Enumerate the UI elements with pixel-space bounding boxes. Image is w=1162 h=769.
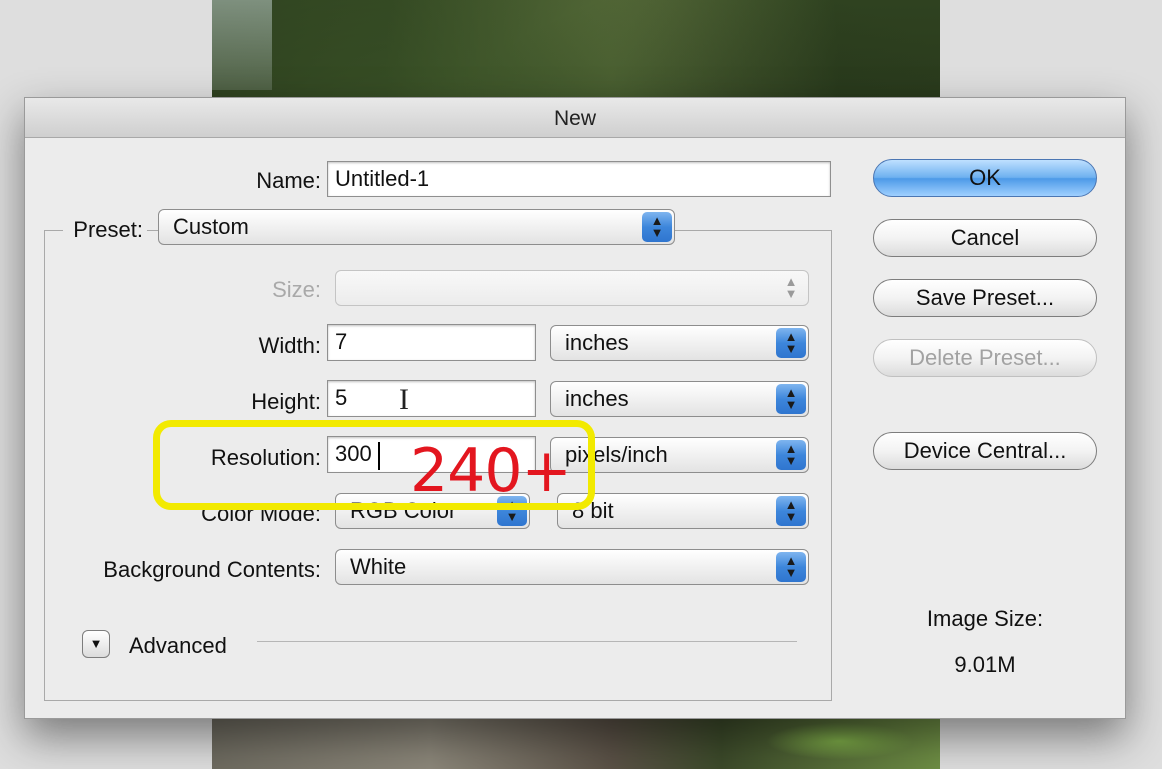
up-down-arrows-icon: ▲ ▼ bbox=[776, 552, 806, 582]
width-unit-value: inches bbox=[565, 330, 629, 355]
ok-button[interactable]: OK bbox=[873, 159, 1097, 197]
resolution-annotation: 240+ bbox=[410, 436, 572, 506]
save-preset-button[interactable]: Save Preset... bbox=[873, 279, 1097, 317]
bit-depth-popup[interactable]: 8 bit ▲ ▼ bbox=[557, 493, 809, 529]
up-down-arrows-icon: ▲ ▼ bbox=[776, 384, 806, 414]
background-contents-label: Background Contents: bbox=[103, 557, 321, 582]
photo-sky bbox=[212, 0, 272, 90]
up-down-arrows-icon: ▲ ▼ bbox=[642, 212, 672, 242]
height-label: Height: bbox=[251, 389, 321, 414]
cancel-button[interactable]: Cancel bbox=[873, 219, 1097, 257]
disclosure-triangle-icon[interactable]: ▼ bbox=[82, 630, 110, 658]
up-down-arrows-icon: ▲ ▼ bbox=[776, 496, 806, 526]
size-popup[interactable]: ▲ ▼ bbox=[335, 270, 809, 306]
preset-popup[interactable]: Custom ▲ ▼ bbox=[158, 209, 675, 245]
width-label: Width: bbox=[258, 333, 321, 358]
device-central-button[interactable]: Device Central... bbox=[873, 432, 1097, 470]
up-down-arrows-icon: ▲ ▼ bbox=[776, 328, 806, 358]
image-size-label: Image Size: bbox=[926, 606, 1044, 631]
new-document-dialog: New Name: Untitled-1 Preset: Custom ▲ ▼ S… bbox=[24, 97, 1126, 719]
up-down-arrows-icon: ▲ ▼ bbox=[784, 274, 798, 301]
preset-label: Preset: bbox=[63, 217, 147, 243]
background-contents-value: White bbox=[350, 554, 407, 579]
preset-value: Custom bbox=[173, 214, 249, 239]
size-label: Size: bbox=[272, 277, 321, 302]
height-unit-value: inches bbox=[565, 386, 629, 411]
width-field[interactable]: 7 bbox=[327, 324, 536, 361]
width-unit-popup[interactable]: inches ▲ ▼ bbox=[550, 325, 809, 361]
photo-foliage bbox=[760, 721, 920, 761]
advanced-label[interactable]: Advanced bbox=[129, 633, 227, 659]
height-field[interactable]: 5 bbox=[327, 380, 536, 417]
height-unit-popup[interactable]: inches ▲ ▼ bbox=[550, 381, 809, 417]
background-contents-popup[interactable]: White ▲ ▼ bbox=[335, 549, 809, 585]
image-size-value: 9.01M bbox=[954, 652, 1016, 677]
name-field[interactable]: Untitled-1 bbox=[327, 161, 831, 197]
advanced-divider bbox=[257, 641, 797, 642]
text-ibeam-cursor-icon: I bbox=[399, 383, 409, 416]
name-label: Name: bbox=[256, 168, 321, 193]
dialog-title: New bbox=[25, 98, 1125, 138]
up-down-arrows-icon: ▲ ▼ bbox=[776, 440, 806, 470]
delete-preset-button[interactable]: Delete Preset... bbox=[873, 339, 1097, 377]
